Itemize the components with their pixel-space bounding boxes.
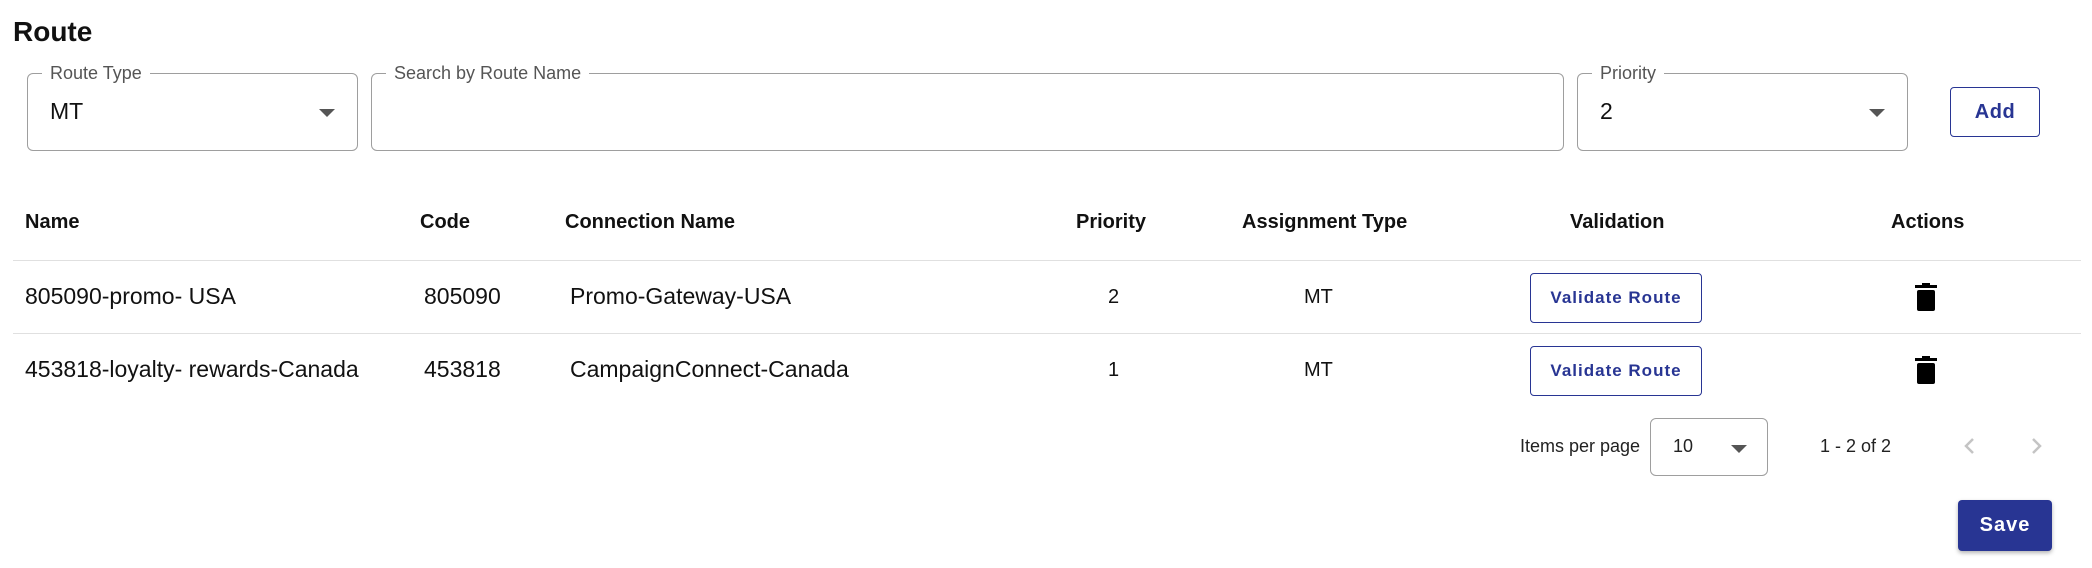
row-assignment-type: MT	[1304, 359, 1333, 381]
items-per-page-label: Items per page	[1520, 436, 1641, 456]
column-header-priority[interactable]: Priority	[1076, 211, 1146, 234]
validate-route-button[interactable]: Validate Route	[1530, 346, 1702, 396]
column-header-validation[interactable]: Validation	[1570, 211, 1664, 234]
search-route-name-field[interactable]: Search by Route Name	[371, 63, 1564, 151]
items-per-page-select[interactable]: 10	[1650, 418, 1768, 476]
column-header-connection-name[interactable]: Connection Name	[565, 211, 735, 234]
route-type-label: Route Type	[42, 63, 150, 83]
row-name: 453818-loyalty- rewards-Canada	[25, 356, 359, 382]
priority-label: Priority	[1592, 63, 1665, 83]
column-header-code[interactable]: Code	[420, 211, 470, 234]
priority-value: 2	[1600, 98, 1613, 124]
priority-select[interactable]: Priority 2	[1577, 63, 1908, 151]
row-divider	[13, 333, 2081, 334]
add-button[interactable]: Add	[1950, 87, 2040, 137]
row-priority: 2	[1108, 286, 1120, 308]
column-header-assignment-type[interactable]: Assignment Type	[1242, 211, 1407, 234]
row-connection-name: Promo-Gateway-USA	[570, 283, 792, 309]
chevron-down-icon	[319, 109, 335, 117]
row-priority: 1	[1108, 359, 1120, 381]
column-header-actions: Actions	[1891, 211, 1965, 233]
row-name: 805090-promo- USA	[25, 283, 236, 309]
route-type-select[interactable]: Route Type MT	[27, 63, 358, 151]
pagination-range: 1 - 2 of 2	[1820, 436, 1892, 456]
row-code: 453818	[424, 356, 501, 382]
column-header-name[interactable]: Name	[25, 211, 79, 234]
save-button[interactable]: Save	[1958, 500, 2052, 551]
header-divider	[13, 260, 2081, 261]
items-per-page-value: 10	[1673, 436, 1694, 456]
chevron-right-icon[interactable]	[2022, 432, 2050, 460]
row-assignment-type: MT	[1304, 286, 1333, 308]
paginator: Items per page 10 1 - 2 of 2	[0, 418, 2092, 476]
trash-icon[interactable]	[1915, 356, 1937, 384]
trash-icon[interactable]	[1915, 283, 1937, 311]
page-title: Route	[13, 16, 93, 47]
chevron-left-icon[interactable]	[1956, 432, 1984, 460]
route-page: Route Route Type MT Search by Route Name…	[0, 0, 2092, 568]
search-route-name-label: Search by Route Name	[386, 63, 590, 83]
chevron-down-icon	[1869, 109, 1885, 117]
row-connection-name: CampaignConnect-Canada	[570, 356, 849, 382]
validate-route-button[interactable]: Validate Route	[1530, 273, 1702, 323]
chevron-down-icon	[1731, 445, 1747, 453]
row-code: 805090	[424, 283, 501, 309]
route-type-value: MT	[50, 98, 84, 124]
